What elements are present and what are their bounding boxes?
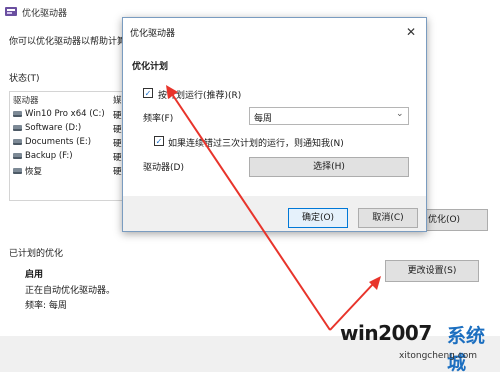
drive-icon [13,168,22,174]
schedule-status-text: 正在自动优化驱动器。 [25,286,116,296]
frequency-select[interactable]: 每周 ⌄ [249,107,409,125]
close-icon[interactable]: ✕ [403,24,419,40]
drive-icon [13,153,22,159]
run-on-schedule-label[interactable]: 按计划运行(推荐)(R) [158,88,241,101]
drive-name: Win10 Pro x64 (C:) [25,109,105,119]
background-window-title: 优化驱动器 [22,9,68,19]
drive-name: 恢复 [25,167,43,177]
table-row[interactable]: Backup (F:) [13,151,73,161]
watermark-url: xitongcheng.com [399,351,477,361]
column-header-media[interactable]: 媒 [113,94,122,106]
cancel-button[interactable]: 取消(C) [358,208,418,228]
drive-icon [13,111,22,117]
ok-button[interactable]: 确定(O) [288,208,348,228]
table-row[interactable]: Software (D:) [13,123,81,133]
run-on-schedule-checkbox[interactable]: ✓ [143,88,153,98]
dialog-title: 优化驱动器 [130,29,176,39]
select-drives-button[interactable]: 选择(H) [249,157,409,177]
dialog-titlebar[interactable]: 优化驱动器 ✕ [123,18,426,46]
table-row[interactable]: Documents (E:) [13,137,91,147]
drive-name: Documents (E:) [25,137,92,147]
scheduled-optimization-label: 已计划的优化 [9,249,64,259]
schedule-frequency-text: 频率: 每周 [25,301,67,311]
app-icon [5,5,17,17]
change-settings-button[interactable]: 更改设置(S) [385,260,479,282]
drive-icon [13,125,22,131]
drive-icon [13,139,22,145]
drive-table[interactable]: 驱动器 媒 Win10 Pro x64 (C:) 硬盘 Software (D:… [9,91,137,201]
status-label: 状态(T) [9,74,40,84]
notify-label[interactable]: 如果连续错过三次计划的运行，则通知我(N) [168,136,344,149]
table-row[interactable]: 恢复 [13,165,42,177]
watermark-brand: win2007 [340,321,432,345]
drives-label: 驱动器(D) [143,163,184,173]
description-text: 你可以优化驱动器以帮助计算机 [9,37,136,47]
table-row[interactable]: Win10 Pro x64 (C:) [13,109,105,119]
drive-name: Backup (F:) [25,151,73,161]
optimization-schedule-dialog: 优化驱动器 ✕ 优化计划 ✓ 按计划运行(推荐)(R) 频率(F) 每周 ⌄ ✓… [122,17,427,232]
dialog-body: 优化计划 ✓ 按计划运行(推荐)(R) 频率(F) 每周 ⌄ ✓ 如果连续错过三… [123,46,426,196]
notify-checkbox[interactable]: ✓ [154,136,164,146]
schedule-enabled-label: 启用 [25,270,44,280]
watermark-brand-cn: 系统城 [447,325,486,374]
section-title: 优化计划 [132,62,169,72]
chevron-down-icon: ⌄ [396,109,404,119]
drive-name: Software (D:) [25,123,82,133]
frequency-label: 频率(F) [143,114,174,124]
watermark: win2007 系统城 xitongcheng.com [336,319,498,374]
column-header-drive[interactable]: 驱动器 [13,94,39,106]
frequency-value: 每周 [254,114,273,124]
